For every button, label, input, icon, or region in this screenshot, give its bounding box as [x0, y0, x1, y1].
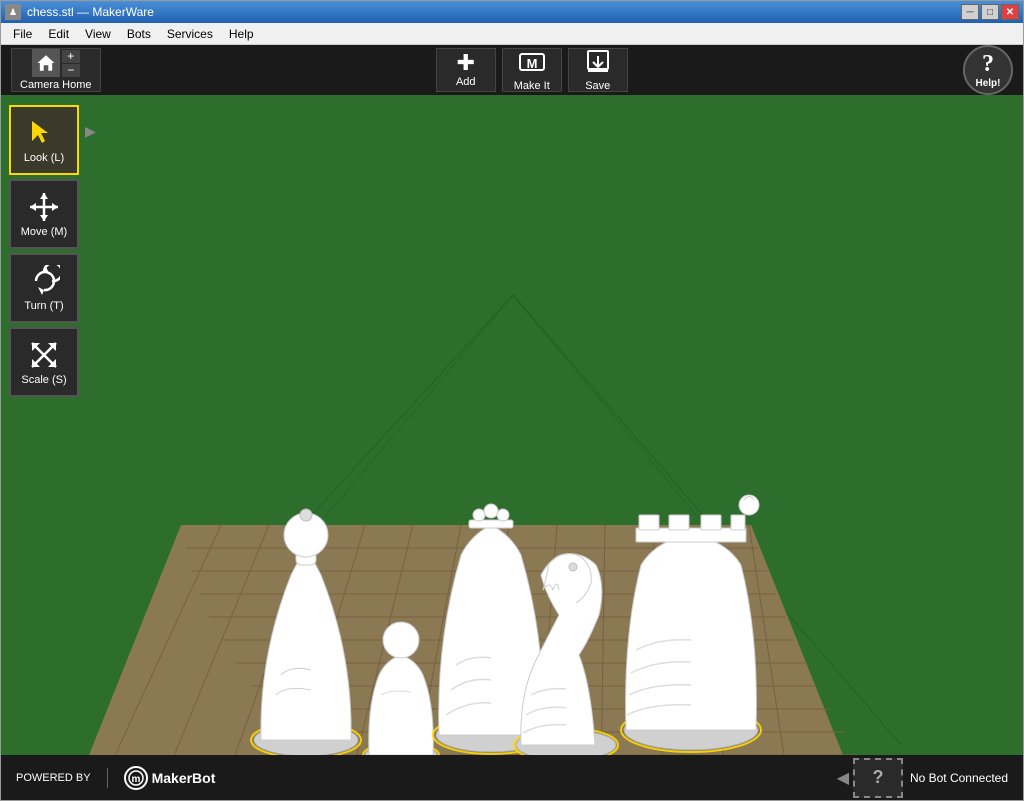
no-bot-label: No Bot Connected [910, 771, 1008, 785]
menu-edit[interactable]: Edit [40, 25, 77, 43]
zoom-buttons: + − [62, 50, 80, 77]
turn-tool-button[interactable]: Turn (T) [9, 253, 79, 323]
move-icon [28, 191, 60, 223]
perspective-lines [1, 95, 1023, 755]
camera-home-icon-group: + − [32, 49, 80, 77]
powered-by-section: POWERED BY m MakerBot [16, 766, 215, 790]
bot-status-box[interactable]: ? [853, 758, 903, 798]
look-icon [28, 117, 60, 149]
title-bar-text: ♟ chess.stl — MakerWare [5, 4, 154, 20]
scale-icon [28, 339, 60, 371]
chess-knight [514, 554, 618, 756]
no-bot-status: No Bot Connected [910, 771, 1008, 785]
menu-help[interactable]: Help [221, 25, 262, 43]
window-title: chess.stl — MakerWare [27, 5, 154, 19]
look-label: Look (L) [24, 152, 64, 164]
main-content: Look (L) ▶ Move (M) [1, 95, 1023, 755]
menu-view[interactable]: View [77, 25, 119, 43]
add-button[interactable]: ✚ Add [436, 48, 496, 92]
zoom-out-button[interactable]: − [62, 64, 80, 77]
menu-file[interactable]: File [5, 25, 40, 43]
menu-bots[interactable]: Bots [119, 25, 159, 43]
scale-label: Scale (S) [21, 374, 66, 386]
turn-label: Turn (T) [24, 300, 63, 312]
add-label: Add [456, 76, 476, 88]
makerbot-m-icon: m [124, 766, 148, 790]
scale-tool-button[interactable]: Scale (S) [9, 327, 79, 397]
app-icon: ♟ [5, 4, 21, 20]
toolbar-center: ✚ Add M Make It [111, 48, 953, 92]
help-button[interactable]: ? Help! [963, 45, 1013, 95]
add-icon: ✚ [457, 52, 475, 74]
bot-question-icon: ? [873, 767, 884, 788]
camera-home-button[interactable]: + − Camera Home [11, 48, 101, 92]
save-button[interactable]: Save [568, 48, 628, 92]
window-controls: ─ □ ✕ [961, 4, 1019, 20]
chess-rook [621, 495, 761, 752]
main-window: ♟ chess.stl — MakerWare ─ □ ✕ File Edit … [0, 0, 1024, 801]
make-it-button[interactable]: M Make It [502, 48, 562, 92]
camera-home-label: Camera Home [20, 79, 92, 91]
move-tool-button[interactable]: Move (M) [9, 179, 79, 249]
help-label: Help! [976, 78, 1001, 89]
makerbot-label: MakerBot [152, 770, 216, 786]
bot-widget: ◀ ? [837, 755, 903, 800]
title-bar: ♟ chess.stl — MakerWare ─ □ ✕ [1, 1, 1023, 23]
zoom-in-button[interactable]: + [62, 50, 80, 63]
separator [107, 768, 108, 788]
look-tool-button[interactable]: Look (L) [9, 105, 79, 175]
left-toolbar: Look (L) ▶ Move (M) [1, 95, 91, 755]
chess-bishop [251, 509, 361, 755]
minimize-button[interactable]: ─ [961, 4, 979, 20]
help-icon: ? [982, 51, 994, 78]
toolbar-left: + − Camera Home [11, 48, 101, 92]
menu-bar: File Edit View Bots Services Help [1, 23, 1023, 45]
svg-text:M: M [526, 56, 537, 71]
chess-queen [433, 504, 549, 754]
svg-text:m: m [131, 774, 140, 785]
main-toolbar: + − Camera Home ✚ Add M Make It [1, 45, 1023, 95]
make-it-label: Make It [514, 80, 550, 92]
restore-button[interactable]: □ [981, 4, 999, 20]
bottom-bar: POWERED BY m MakerBot ◀ ? No Bot Connect… [1, 755, 1023, 800]
turn-icon [28, 265, 60, 297]
makerbot-logo: m MakerBot [124, 766, 216, 790]
powered-by-text: POWERED BY [16, 772, 91, 784]
menu-services[interactable]: Services [159, 25, 221, 43]
close-button[interactable]: ✕ [1001, 4, 1019, 20]
save-label: Save [585, 80, 610, 92]
expand-arrow[interactable]: ▶ [85, 123, 96, 140]
viewport[interactable] [1, 95, 1023, 755]
bot-arrow-icon[interactable]: ◀ [837, 768, 849, 788]
make-it-icon: M [517, 49, 547, 78]
move-label: Move (M) [21, 226, 67, 238]
chess-pawn [363, 622, 439, 755]
house-icon [32, 49, 60, 77]
toolbar-right: ? Help! [963, 45, 1013, 95]
save-icon [583, 49, 613, 78]
